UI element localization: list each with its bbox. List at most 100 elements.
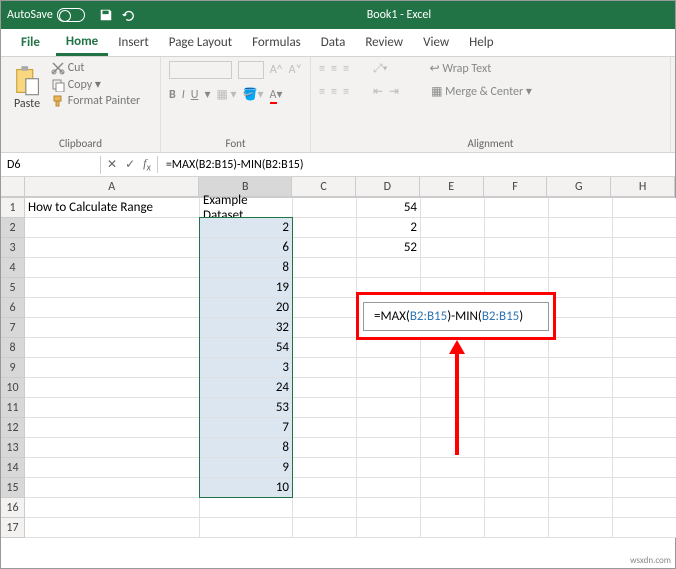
cell-H7[interactable] [613, 318, 676, 338]
cell-D1[interactable]: 54 [357, 198, 421, 218]
format-painter-button[interactable]: Format Painter [51, 94, 140, 108]
cell-E4[interactable] [421, 258, 485, 278]
cell-H10[interactable] [613, 378, 676, 398]
cell-G6[interactable] [549, 298, 613, 318]
cell-D8[interactable] [357, 338, 421, 358]
cell-G13[interactable] [549, 438, 613, 458]
save-icon[interactable] [99, 8, 113, 22]
row-header-8[interactable]: 8 [1, 338, 25, 358]
cell-B13[interactable]: 8 [200, 438, 293, 458]
cell-A3[interactable] [25, 238, 200, 258]
bold-button[interactable]: B [169, 88, 176, 102]
font-color-button[interactable]: A▾ [270, 87, 283, 102]
cell-H2[interactable] [613, 218, 676, 238]
cell-A14[interactable] [25, 458, 200, 478]
cell-C6[interactable] [293, 298, 357, 318]
cell-C16[interactable] [293, 498, 357, 518]
cell-B11[interactable]: 53 [200, 398, 293, 418]
undo-icon[interactable] [121, 8, 135, 22]
cell-C15[interactable] [293, 478, 357, 498]
increase-font-icon[interactable]: A^ [270, 63, 283, 77]
autosave-toggle[interactable]: AutoSave [7, 8, 85, 22]
cell-E14[interactable] [421, 458, 485, 478]
cell-A2[interactable] [25, 218, 200, 238]
cell-F10[interactable] [485, 378, 549, 398]
enter-icon[interactable]: ✓ [125, 157, 135, 172]
cell-E3[interactable] [421, 238, 485, 258]
cell-E1[interactable] [421, 198, 485, 218]
cell-G9[interactable] [549, 358, 613, 378]
cell-F12[interactable] [485, 418, 549, 438]
row-header-4[interactable]: 4 [1, 258, 25, 278]
cell-G3[interactable] [549, 238, 613, 258]
cell-D16[interactable] [357, 498, 421, 518]
cell-G2[interactable] [549, 218, 613, 238]
row-header-10[interactable]: 10 [1, 378, 25, 398]
copy-button[interactable]: Copy ▾ [51, 77, 140, 92]
cell-E16[interactable] [421, 498, 485, 518]
align-right-icon[interactable]: ≡ [343, 85, 349, 99]
name-box[interactable]: D6 [1, 156, 101, 174]
cell-A11[interactable] [25, 398, 200, 418]
cell-F3[interactable] [485, 238, 549, 258]
cell-H5[interactable] [613, 278, 676, 298]
cell-E15[interactable] [421, 478, 485, 498]
cell-A5[interactable] [25, 278, 200, 298]
formula-input[interactable]: =MAX(B2:B15)-MIN(B2:B15) [158, 156, 675, 174]
cancel-icon[interactable]: ✕ [107, 157, 117, 172]
col-header-A[interactable]: A [25, 177, 199, 197]
cell-G5[interactable] [549, 278, 613, 298]
cell-F8[interactable] [485, 338, 549, 358]
cell-F2[interactable] [485, 218, 549, 238]
cell-B14[interactable]: 9 [200, 458, 293, 478]
cell-B10[interactable]: 24 [200, 378, 293, 398]
fill-color-button[interactable]: 🪣▾ [243, 87, 264, 102]
cell-C5[interactable] [293, 278, 357, 298]
cell-H1[interactable] [613, 198, 676, 218]
row-header-11[interactable]: 11 [1, 398, 25, 418]
cell-C4[interactable] [293, 258, 357, 278]
merge-center-button[interactable]: ▦ Merge & Center ▾ [431, 84, 532, 99]
row-header-15[interactable]: 15 [1, 478, 25, 498]
cell-G15[interactable] [549, 478, 613, 498]
orientation-icon[interactable]: ⤢▾ [373, 62, 388, 76]
cell-G14[interactable] [549, 458, 613, 478]
cell-C2[interactable] [293, 218, 357, 238]
cell-D13[interactable] [357, 438, 421, 458]
font-size-select[interactable] [238, 61, 263, 79]
col-header-E[interactable]: E [420, 177, 484, 197]
border-button[interactable]: ▦ ▾ [217, 87, 237, 102]
cell-H11[interactable] [613, 398, 676, 418]
cell-H12[interactable] [613, 418, 676, 438]
font-family-select[interactable] [169, 61, 232, 79]
cell-H4[interactable] [613, 258, 676, 278]
decrease-indent-icon[interactable]: ⇤ [373, 84, 383, 99]
cell-H16[interactable] [613, 498, 676, 518]
cell-H8[interactable] [613, 338, 676, 358]
cell-B9[interactable]: 3 [200, 358, 293, 378]
cell-A16[interactable] [25, 498, 200, 518]
cell-G12[interactable] [549, 418, 613, 438]
row-header-13[interactable]: 13 [1, 438, 25, 458]
align-middle-icon[interactable]: ≡ [331, 62, 337, 76]
cell-F17[interactable] [485, 518, 549, 538]
cell-D9[interactable] [357, 358, 421, 378]
row-header-5[interactable]: 5 [1, 278, 25, 298]
cell-D4[interactable] [357, 258, 421, 278]
cell-D2[interactable]: 2 [357, 218, 421, 238]
cell-B15[interactable]: 10 [200, 478, 293, 498]
cell-B1[interactable]: Example Dataset [200, 198, 293, 218]
col-header-G[interactable]: G [547, 177, 611, 197]
align-center-icon[interactable]: ≡ [331, 85, 337, 99]
tab-page-layout[interactable]: Page Layout [159, 31, 242, 54]
row-header-12[interactable]: 12 [1, 418, 25, 438]
cell-A8[interactable] [25, 338, 200, 358]
cell-C7[interactable] [293, 318, 357, 338]
cell-C10[interactable] [293, 378, 357, 398]
row-header-7[interactable]: 7 [1, 318, 25, 338]
cell-G7[interactable] [549, 318, 613, 338]
cut-button[interactable]: Cut [51, 61, 140, 75]
cell-G4[interactable] [549, 258, 613, 278]
col-header-F[interactable]: F [484, 177, 548, 197]
row-header-17[interactable]: 17 [1, 518, 25, 538]
